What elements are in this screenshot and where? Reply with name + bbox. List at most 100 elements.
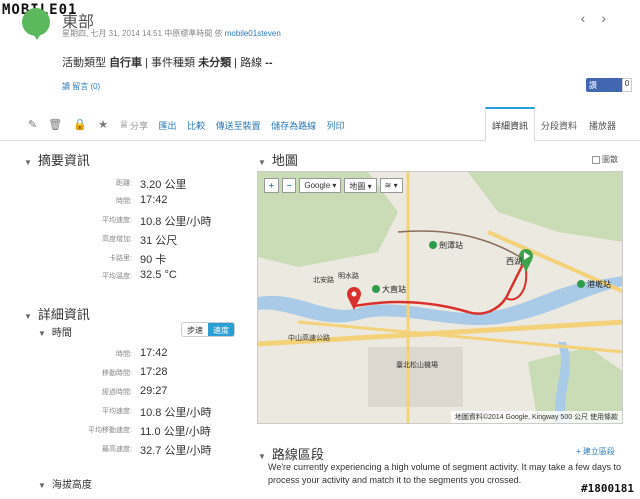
- summary-value: 90 卡: [140, 254, 167, 266]
- details-section-title[interactable]: ▼ 詳細資訊: [24, 304, 90, 323]
- next-arrow-icon[interactable]: ›: [601, 10, 622, 26]
- elevation-subsection-title[interactable]: ▼ 海拔高度: [38, 476, 92, 491]
- watermark-id: #1800181: [581, 482, 634, 495]
- event-category-label: 事件種類: [151, 57, 196, 69]
- summary-label: 時間:: [116, 198, 132, 205]
- summary-value: 17:42: [140, 194, 168, 206]
- lock-icon[interactable]: 🔒: [73, 119, 87, 131]
- zoom-out-button[interactable]: −: [281, 178, 297, 193]
- tab-splits[interactable]: 分段資料: [535, 107, 583, 141]
- details-value: 17:28: [140, 366, 168, 378]
- add-segment-link[interactable]: + 建立區段: [576, 446, 615, 457]
- trophy-icon[interactable]: ♕: [119, 119, 129, 131]
- attribution-text: 地圖資料©2014 Google, Kingway: [454, 414, 559, 421]
- star-icon[interactable]: ★: [98, 119, 108, 131]
- map-controls: + − Google ▾ 地圖 ▾ ≋ ▾: [264, 178, 403, 193]
- summary-value: 10.8 公里/小時: [140, 216, 212, 228]
- summary-section-title[interactable]: ▼ 摘要資訊: [24, 150, 90, 169]
- segment-message: We're currently experiencing a high volu…: [268, 462, 622, 485]
- facebook-like-label: 讚: [589, 81, 597, 90]
- station-marker-icon: [372, 285, 380, 293]
- print-link[interactable]: 列印: [327, 121, 345, 131]
- details-label: 平均移動速度:: [88, 427, 132, 434]
- map-label: 中山高速公路: [288, 333, 330, 342]
- compare-link[interactable]: 比較: [187, 121, 205, 131]
- details-label: 經過時間:: [102, 389, 132, 396]
- details-label: 最高速度:: [102, 446, 132, 453]
- elevation-title: 海拔高度: [51, 480, 92, 491]
- activity-meta: 星期四, 七月 31, 2014 14:51 中原標準時間 依 mobile01…: [62, 28, 281, 39]
- terms-link[interactable]: 使用條款: [590, 414, 618, 421]
- pencil-icon[interactable]: ✎: [28, 119, 37, 131]
- activity-date: 星期四, 七月 31, 2014 14:51 中原標準時間 依: [62, 29, 223, 38]
- tab-details[interactable]: 詳細資訊: [484, 107, 535, 142]
- save-route-link[interactable]: 儲存為路線: [271, 121, 316, 131]
- details-value: 10.8 公里/小時: [140, 407, 212, 419]
- checkbox-icon[interactable]: [592, 155, 600, 164]
- details-label: 平均速度:: [102, 408, 132, 415]
- station-marker-icon: [577, 280, 585, 288]
- export-link[interactable]: 匯出: [159, 121, 177, 131]
- collapse-caret-icon[interactable]: ▼: [24, 158, 32, 167]
- collapse-caret-icon[interactable]: ▼: [38, 329, 46, 338]
- details-value: 17:42: [140, 347, 168, 359]
- chart-checkbox[interactable]: 圖散: [592, 154, 618, 165]
- collapse-caret-icon[interactable]: ▼: [258, 158, 266, 167]
- map-label: 西湖: [506, 257, 522, 266]
- map-view[interactable]: 劍潭站 大直站 西湖 港墘站 北安路 臺北松山機場 中山高速公路 明水路 + −…: [257, 171, 623, 424]
- details-label: 時間:: [116, 351, 132, 358]
- send-device-link[interactable]: 傳送至裝置: [216, 121, 261, 131]
- time-title: 時間: [51, 328, 72, 339]
- summary-title: 摘要資訊: [37, 153, 90, 168]
- map-label: 明水路: [338, 271, 359, 280]
- trash-icon[interactable]: 🗑: [48, 119, 62, 131]
- activity-toolbar: ✎ 🗑 🔒 ★ ♕ 分享 匯出 比較 傳送至裝置 儲存為路線 列印 詳細資訊 分…: [0, 107, 640, 142]
- pace-speed-toggle[interactable]: 步速 速度: [181, 322, 235, 337]
- zoom-in-button[interactable]: +: [264, 178, 279, 193]
- summary-label: 卡路里:: [109, 255, 132, 262]
- summary-value: 3.20 公里: [140, 179, 187, 191]
- map-provider-select[interactable]: Google ▾: [299, 178, 342, 193]
- time-subsection-title[interactable]: ▼ 時間: [38, 324, 72, 339]
- tab-bar: 詳細資訊 分段資料 播放器: [484, 107, 622, 142]
- facebook-like-button[interactable]: 讚 0: [586, 78, 632, 92]
- prev-arrow-icon[interactable]: ‹: [581, 10, 602, 26]
- tab-player[interactable]: 播放器: [583, 107, 622, 141]
- collapse-caret-icon[interactable]: ▼: [24, 312, 32, 321]
- username-link[interactable]: mobile01steven: [225, 29, 281, 38]
- map-scale: 500 公尺: [560, 414, 589, 421]
- route-value: --: [265, 57, 273, 69]
- summary-label: 平均溫度:: [102, 273, 132, 280]
- details-label: 移動時間:: [102, 370, 132, 377]
- segments-title: 路線區段: [271, 447, 324, 462]
- details-value: 32.7 公里/小時: [140, 445, 212, 457]
- avatar: [22, 8, 50, 40]
- share-link[interactable]: 分享: [130, 121, 148, 131]
- event-category-value: 未分類: [198, 57, 232, 69]
- nav-arrows: ‹›: [581, 10, 622, 26]
- summary-label: 平均速度:: [102, 217, 132, 224]
- tool-links: 分享 匯出 比較 傳送至裝置 儲存為路線 列印: [130, 119, 353, 132]
- summary-value: 32.5 °C: [140, 269, 177, 281]
- map-title: 地圖: [271, 153, 298, 168]
- summary-label: 高度增加:: [102, 236, 132, 243]
- route-label: 路線: [240, 57, 263, 69]
- comments-link[interactable]: 讀 留言 (0): [62, 81, 100, 92]
- details-title: 詳細資訊: [37, 307, 90, 322]
- details-value: 11.0 公里/小時: [140, 426, 211, 438]
- map-label: 臺北松山機場: [396, 360, 438, 369]
- map-label: 大直站: [382, 284, 406, 294]
- pace-option[interactable]: 步速: [182, 323, 208, 336]
- details-value: 29:27: [140, 385, 168, 397]
- collapse-caret-icon[interactable]: ▼: [258, 452, 266, 461]
- layers-select[interactable]: ≋ ▾: [379, 178, 403, 193]
- map-type-select[interactable]: 地圖 ▾: [344, 178, 377, 193]
- summary-label: 距離:: [116, 180, 132, 187]
- map-section-title[interactable]: ▼ 地圖: [258, 150, 298, 169]
- map-label: 北安路: [313, 275, 334, 284]
- map-label: 港墘站: [587, 279, 611, 289]
- speed-option[interactable]: 速度: [208, 323, 234, 336]
- map-canvas[interactable]: 劍潭站 大直站 西湖 港墘站 北安路 臺北松山機場 中山高速公路 明水路: [258, 172, 623, 424]
- collapse-caret-icon[interactable]: ▼: [38, 481, 46, 490]
- activity-type-label: 活動類型: [62, 57, 106, 69]
